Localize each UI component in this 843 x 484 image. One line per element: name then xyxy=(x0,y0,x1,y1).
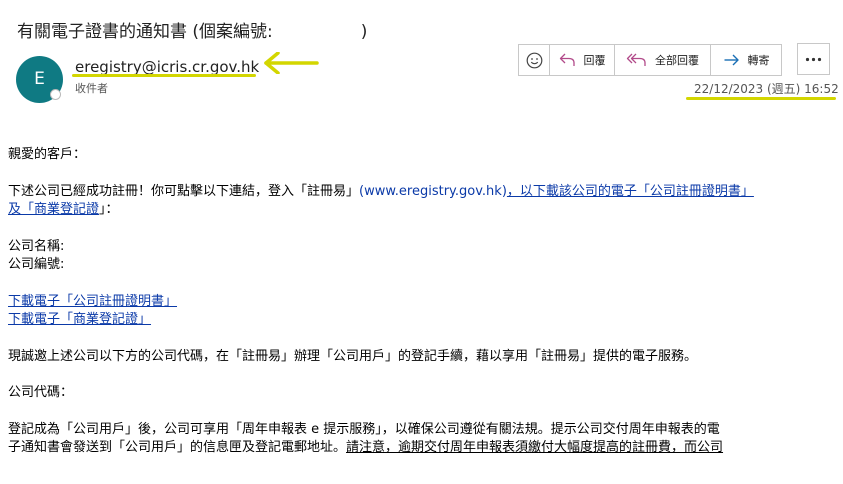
company-code-label: 公司代碼： xyxy=(8,385,74,400)
download-business-registration-link[interactable]: 下載電子「商業登記證」 xyxy=(8,312,151,327)
subject-text: 有關電子證書的通知書 (個案編號: xyxy=(17,22,273,42)
company-number-label: 公司編號: xyxy=(8,257,65,272)
received-timestamp: 22/12/2023 (週五) 16:52 xyxy=(694,82,839,96)
highlight-underline-timestamp xyxy=(686,97,836,100)
message-toolbar: 回覆 全部回覆 轉寄 xyxy=(518,44,782,76)
reply-label: 回覆 xyxy=(583,54,606,67)
forward-icon xyxy=(724,54,739,66)
intro-text: 下述公司已經成功註冊！你可點擊以下連結，登入「註冊易」 xyxy=(8,183,360,199)
more-actions-button[interactable] xyxy=(797,43,830,75)
smiley-icon xyxy=(526,52,542,68)
reply-all-icon xyxy=(626,53,646,66)
invite-paragraph: 現誠邀上述公司以下方的公司代碼，在「註冊易」辦理「公司用戶」的登記手續，藉以享用… xyxy=(8,348,698,364)
forward-button[interactable]: 轉寄 xyxy=(711,45,781,75)
intro-paragraph: 下述公司已經成功註冊！你可點擊以下連結，登入「註冊易」(www.eregistr… xyxy=(8,183,828,220)
reply-icon xyxy=(559,53,575,66)
subject-close: ) xyxy=(360,22,368,42)
e-reminder-line1: 登記成為「公司用戶」後，公司可享用「周年申報表 e 提示服務」，以確保公司遵從有… xyxy=(8,421,720,437)
e-reminder-paragraph: 登記成為「公司用戶」後，公司可享用「周年申報表 e 提示服務」，以確保公司遵從有… xyxy=(8,421,828,458)
email-subject: 有關電子證書的通知書 (個案編號:) xyxy=(17,17,367,42)
annotation-arrow-icon xyxy=(264,52,319,74)
reply-button[interactable]: 回覆 xyxy=(550,45,615,75)
emoji-reaction-button[interactable] xyxy=(519,45,550,75)
message-body: 親愛的客戶： 下述公司已經成功註冊！你可點擊以下連結，登入「註冊易」(www.e… xyxy=(8,146,828,458)
late-fee-notice: 請注意，逾期交付周年申報表須繳付大幅度提高的註冊費，而公司 xyxy=(346,440,724,455)
highlight-underline-sender xyxy=(72,74,256,77)
e-reminder-line2: 子通知書會發送到「公司用戶」的信息匣及登記電郵地址。 xyxy=(8,440,347,455)
reply-all-label: 全部回覆 xyxy=(655,54,699,67)
company-name-label: 公司名稱: xyxy=(8,238,65,254)
br-intro-link[interactable]: 及「商業登記證 xyxy=(8,202,99,217)
greeting: 親愛的客戶： xyxy=(8,147,87,162)
presence-status-icon xyxy=(50,89,61,100)
intro-tail: 」： xyxy=(99,202,119,217)
ellipsis-icon xyxy=(805,57,822,61)
download-intro-link[interactable]: ，以下載該公司的電子「公司註冊證明書」 xyxy=(507,184,754,199)
recipient-label[interactable]: 收件者 xyxy=(75,80,108,96)
forward-label: 轉寄 xyxy=(747,54,770,67)
download-certificate-link[interactable]: 下載電子「公司註冊證明書」 xyxy=(8,294,177,309)
eregistry-url-link[interactable]: (www.eregistry.gov.hk) xyxy=(359,184,507,199)
reply-all-button[interactable]: 全部回覆 xyxy=(615,45,711,75)
